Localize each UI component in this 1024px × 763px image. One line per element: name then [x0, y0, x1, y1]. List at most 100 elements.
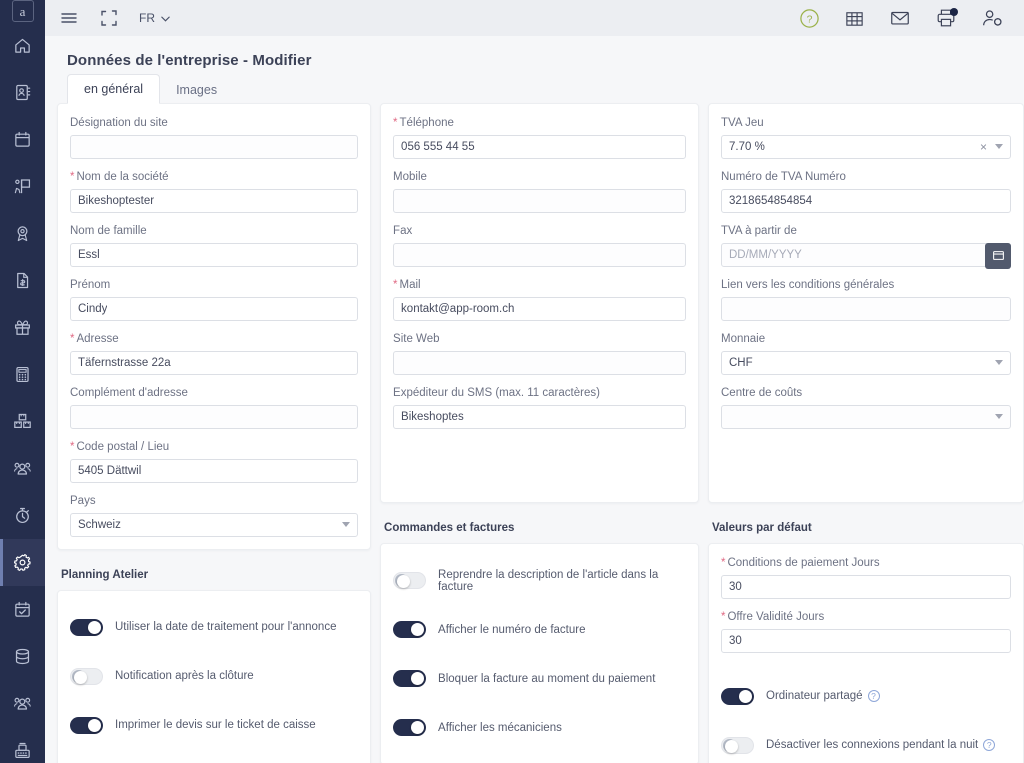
tab-en-general[interactable]: en général: [67, 73, 161, 104]
column-middle: * Téléphone 056 555 44 55 Mobile Fax * Mail kon…: [380, 103, 699, 763]
invoice-document-icon: [13, 271, 32, 290]
field-label-text: Complément d'adresse: [70, 386, 188, 399]
sidebar-item-settings[interactable]: [0, 539, 45, 586]
chevron-down-icon[interactable]: [995, 144, 1003, 150]
text-input[interactable]: Cindy: [70, 296, 359, 321]
field-label: * Nom de la société: [70, 170, 358, 185]
select-field[interactable]: [721, 404, 1011, 429]
sidebar-item-invoices[interactable]: [0, 257, 45, 304]
toggle-switch[interactable]: [393, 572, 427, 589]
sidebar-item-cashregister[interactable]: [0, 727, 45, 763]
form-field: Nom de famille Essl: [70, 224, 359, 267]
app-logo[interactable]: a: [0, 0, 45, 22]
fullscreen-icon[interactable]: [100, 9, 118, 27]
table-grid-icon[interactable]: [844, 8, 865, 29]
field-label-text: Nom de famille: [70, 224, 147, 237]
field-value: 056 555 44 55: [401, 140, 475, 153]
defaults-card: * Conditions de paiement Jours 30 * Offre Va…: [708, 543, 1024, 763]
orders-toggles-card: Reprendre la description de l'article da…: [380, 543, 699, 763]
toggle-switch[interactable]: [393, 670, 427, 687]
text-input[interactable]: 3218654854854: [721, 188, 1011, 213]
printer-icon[interactable]: [935, 7, 958, 29]
chevron-down-icon[interactable]: [342, 522, 351, 527]
text-input[interactable]: [721, 296, 1011, 321]
toggle-switch[interactable]: [393, 621, 427, 638]
toggle-switch[interactable]: [721, 687, 754, 705]
sidebar-item-awards[interactable]: [0, 210, 45, 257]
question-circle-icon[interactable]: ?: [799, 8, 820, 29]
sidebar-item-staff[interactable]: [0, 680, 45, 727]
text-input[interactable]: 30: [721, 574, 1011, 599]
sidebar-item-home[interactable]: [0, 22, 45, 69]
field-label-text: Fax: [393, 224, 413, 237]
toggle-switch[interactable]: [70, 716, 103, 734]
field-label: * Offre Validité Jours: [721, 610, 1011, 625]
tab-images[interactable]: Images: [160, 76, 233, 105]
hamburger-menu-icon[interactable]: [59, 8, 79, 28]
chevron-down-icon[interactable]: [995, 414, 1003, 420]
chevron-down-icon[interactable]: [995, 360, 1003, 366]
select-field[interactable]: Schweiz: [70, 512, 359, 537]
toggle-label-wrap: Ordinateur partagé?: [766, 690, 880, 703]
text-input[interactable]: [70, 134, 359, 159]
toggle-label-wrap: Désactiver les connexions pendant la nui…: [766, 739, 996, 752]
select-field[interactable]: 7.70 % ×: [721, 134, 1011, 159]
text-input[interactable]: Bikeshoptester: [70, 188, 359, 213]
envelope-icon[interactable]: [889, 7, 911, 29]
date-field[interactable]: DD/MM/YYYY: [721, 242, 1011, 269]
toggle-row: Bloquer la facture au moment du paiement: [393, 654, 686, 703]
toggle-switch[interactable]: [721, 736, 754, 754]
home-icon: [13, 36, 32, 55]
clear-icon[interactable]: ×: [980, 141, 995, 153]
field-label-text: TVA à partir de: [721, 224, 797, 237]
toggle-switch[interactable]: [393, 719, 427, 736]
text-input[interactable]: [393, 350, 686, 375]
sidebar-item-contacts[interactable]: [0, 69, 45, 116]
sidebar-item-calculator[interactable]: [0, 351, 45, 398]
text-input[interactable]: 30: [721, 628, 1011, 653]
toggle-switch[interactable]: [70, 618, 103, 636]
text-input[interactable]: 056 555 44 55: [393, 134, 686, 159]
form-field: TVA à partir de DD/MM/YYYY: [721, 224, 1011, 269]
text-input[interactable]: Bikeshoptes: [393, 404, 686, 429]
form-field: * Mail kontakt@app-room.ch: [393, 278, 686, 321]
sidebar-item-gifts[interactable]: [0, 304, 45, 351]
text-input[interactable]: Täfernstrasse 22a: [70, 350, 359, 375]
form-field: * Nom de la société Bikeshoptester: [70, 170, 359, 213]
sidebar-item-tasks[interactable]: [0, 586, 45, 633]
text-input[interactable]: [393, 188, 686, 213]
text-input[interactable]: 5405 Dättwil: [70, 458, 359, 483]
toggle-knob: [74, 670, 87, 684]
user-gear-icon[interactable]: [981, 7, 1004, 30]
sidebar: a: [0, 0, 45, 763]
field-label-text: Offre Validité Jours: [727, 610, 825, 623]
help-question-icon[interactable]: ?: [867, 690, 880, 703]
planning-section: Planning Atelier Utiliser la date de tra…: [57, 559, 372, 763]
language-selector[interactable]: FR: [139, 11, 171, 25]
form-field: Désignation du site: [70, 116, 359, 159]
column-right: TVA Jeu 7.70 % × Numéro de TVA Numéro 321865…: [708, 103, 1024, 763]
text-input[interactable]: [70, 404, 359, 429]
text-input[interactable]: kontakt@app-room.ch: [393, 296, 686, 321]
printer-badge: [950, 8, 958, 16]
sidebar-item-presentation[interactable]: [0, 163, 45, 210]
text-input[interactable]: Essl: [70, 242, 359, 267]
sidebar-item-database[interactable]: [0, 633, 45, 680]
field-placeholder: DD/MM/YYYY: [729, 248, 802, 261]
field-label-text: Centre de coûts: [721, 386, 803, 399]
sidebar-item-calendar[interactable]: [0, 116, 45, 163]
form-field: TVA Jeu 7.70 % ×: [721, 116, 1011, 159]
toggle-switch[interactable]: [70, 667, 103, 685]
field-value: 5405 Dättwil: [78, 464, 142, 477]
form-field: * Adresse Täfernstrasse 22a: [70, 332, 359, 375]
defaults-section: Valeurs par défaut * Conditions de paieme…: [708, 512, 1024, 763]
select-field[interactable]: CHF: [721, 350, 1011, 375]
sidebar-item-customers[interactable]: [0, 445, 45, 492]
calendar-picker-button[interactable]: [985, 242, 1011, 269]
calendar-icon: [13, 130, 32, 149]
sidebar-item-inventory[interactable]: [0, 398, 45, 445]
sidebar-item-timer[interactable]: [0, 492, 45, 539]
text-input[interactable]: [393, 242, 686, 267]
help-question-icon[interactable]: ?: [983, 739, 996, 752]
field-label: TVA Jeu: [721, 116, 1011, 131]
